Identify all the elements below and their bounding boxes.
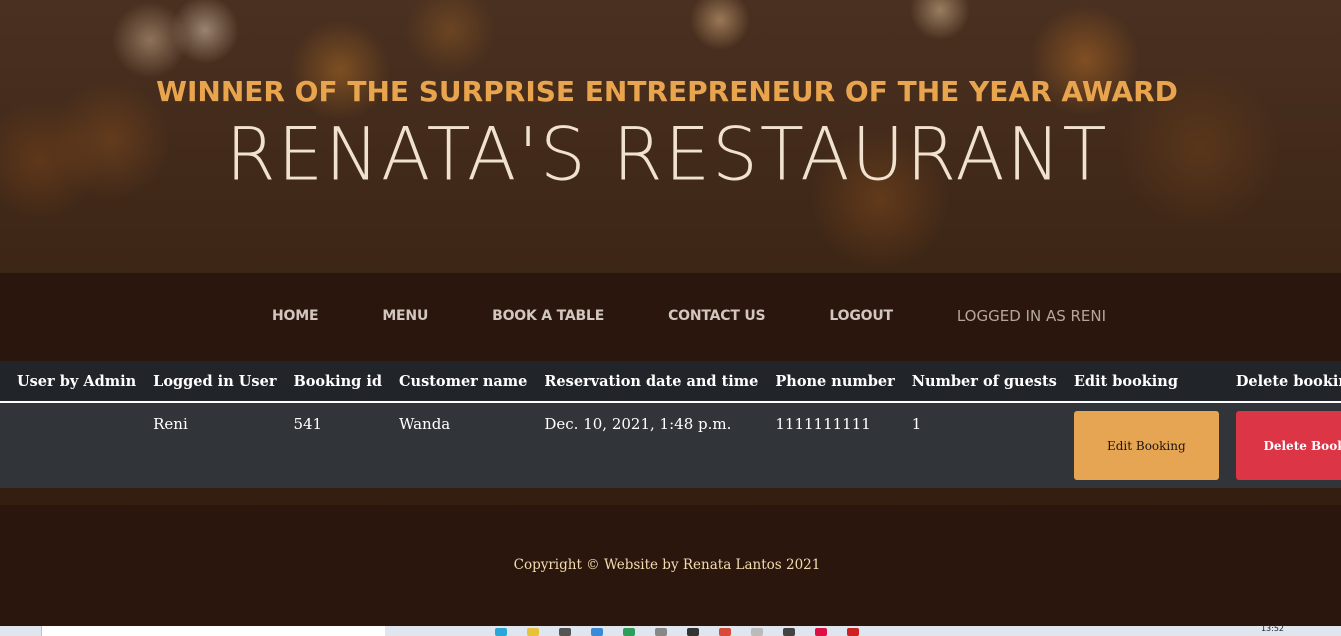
hero-banner: WINNER OF THE SURPRISE ENTREPRENEUR OF T… bbox=[0, 0, 1341, 273]
cell-user-by-admin bbox=[0, 402, 137, 488]
app-icon[interactable] bbox=[687, 628, 699, 636]
app-icon[interactable] bbox=[527, 628, 539, 636]
cell-logged-in-user: Reni bbox=[136, 402, 277, 488]
cell-phone: 1111111111 bbox=[758, 402, 895, 488]
cell-edit: Edit Booking bbox=[1056, 402, 1219, 488]
main-navigation: HOME MENU BOOK A TABLE CONTACT US LOGOUT… bbox=[0, 273, 1341, 361]
copyright-text: Copyright © Website by Renata Lantos 202… bbox=[513, 557, 821, 573]
table-header-row: User by Admin Logged in User Booking id … bbox=[0, 361, 1341, 403]
header-edit-booking: Edit booking bbox=[1056, 361, 1219, 403]
header-reservation: Reservation date and time bbox=[527, 361, 759, 403]
app-icon[interactable] bbox=[559, 628, 571, 636]
app-icon[interactable] bbox=[719, 628, 731, 636]
nav-book-table-link[interactable]: BOOK A TABLE bbox=[492, 308, 604, 324]
award-headline: WINNER OF THE SURPRISE ENTREPRENEUR OF T… bbox=[156, 75, 1178, 108]
nav-contact-link[interactable]: CONTACT US bbox=[668, 308, 766, 324]
nav-logout-link[interactable]: LOGOUT bbox=[829, 308, 893, 324]
app-icon[interactable] bbox=[623, 628, 635, 636]
taskbar-search-box[interactable] bbox=[41, 626, 385, 636]
table-row: Reni 541 Wanda Dec. 10, 2021, 1:48 p.m. … bbox=[0, 402, 1341, 488]
header-guests: Number of guests bbox=[894, 361, 1057, 403]
header-delete-booking: Delete booking bbox=[1218, 361, 1341, 403]
taskbar-app-icons bbox=[495, 628, 859, 636]
cell-delete: Delete Booking bbox=[1218, 402, 1341, 488]
nav-home-link[interactable]: HOME bbox=[272, 308, 319, 324]
nav-menu-link[interactable]: MENU bbox=[382, 308, 428, 324]
app-icon[interactable] bbox=[495, 628, 507, 636]
os-taskbar: 13:52 bbox=[0, 624, 1341, 636]
header-booking-id: Booking id bbox=[276, 361, 382, 403]
login-status: LOGGED IN AS RENI bbox=[956, 307, 1107, 325]
cell-booking-id: 541 bbox=[276, 402, 382, 488]
app-icon[interactable] bbox=[847, 628, 859, 636]
cell-guests: 1 bbox=[894, 402, 1057, 488]
header-logged-in-user: Logged in User bbox=[136, 361, 277, 403]
site-footer: Copyright © Website by Renata Lantos 202… bbox=[0, 505, 1341, 626]
app-icon[interactable] bbox=[591, 628, 603, 636]
taskbar-clock: 13:52 bbox=[1260, 624, 1284, 633]
app-icon[interactable] bbox=[783, 628, 795, 636]
page: WINNER OF THE SURPRISE ENTREPRENEUR OF T… bbox=[0, 0, 1341, 636]
header-customer-name: Customer name bbox=[381, 361, 528, 403]
delete-booking-button[interactable]: Delete Booking bbox=[1235, 411, 1341, 480]
bookings-table-container: User by Admin Logged in User Booking id … bbox=[0, 361, 1341, 488]
app-icon[interactable] bbox=[751, 628, 763, 636]
restaurant-title: RENATA'S RESTAURANT bbox=[225, 111, 1109, 197]
header-phone: Phone number bbox=[758, 361, 895, 403]
bookings-table: User by Admin Logged in User Booking id … bbox=[0, 361, 1341, 488]
app-icon[interactable] bbox=[815, 628, 827, 636]
app-icon[interactable] bbox=[655, 628, 667, 636]
cell-customer-name: Wanda bbox=[381, 402, 528, 488]
header-user-by-admin: User by Admin bbox=[0, 361, 137, 403]
edit-booking-button[interactable]: Edit Booking bbox=[1073, 411, 1219, 480]
cell-reservation: Dec. 10, 2021, 1:48 p.m. bbox=[527, 402, 759, 488]
